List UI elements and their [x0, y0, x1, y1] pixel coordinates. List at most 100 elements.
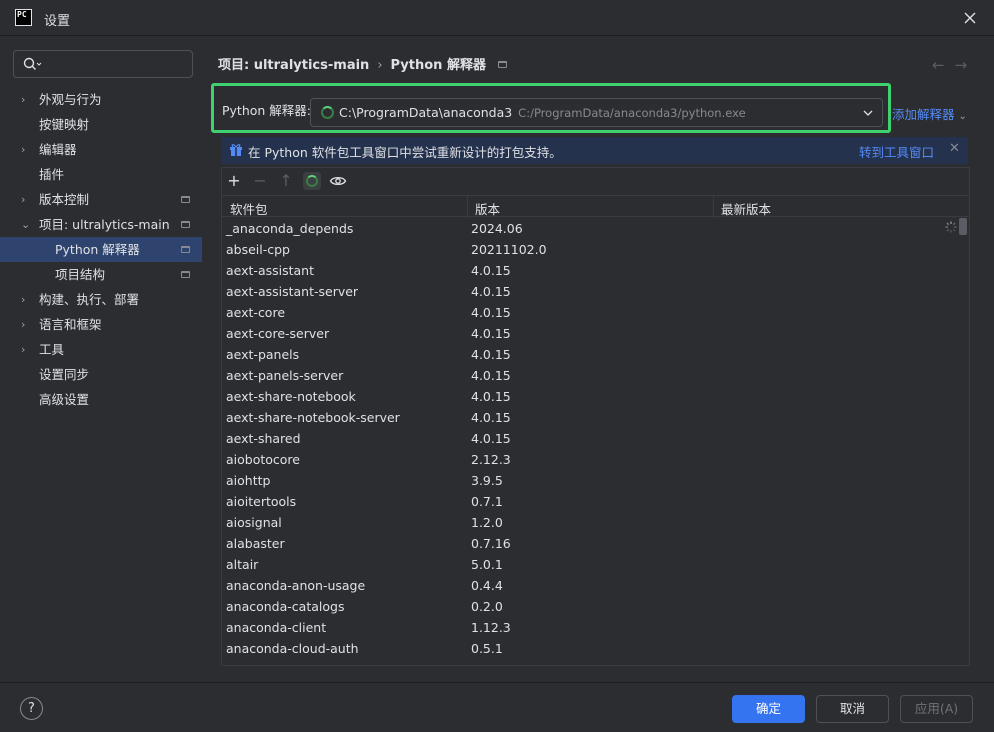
chevron-right-icon[interactable]: › [21, 287, 31, 312]
package-version: 4.0.15 [471, 389, 511, 404]
interpreter-select[interactable]: C:\ProgramData\anaconda3 C:/ProgramData/… [310, 98, 883, 127]
chevron-right-icon[interactable]: › [21, 187, 31, 212]
table-row[interactable]: aext-share-notebook-server 4.0.15 [222, 407, 969, 428]
upgrade-icon[interactable]: ↑ [277, 172, 295, 190]
sidebar-item[interactable]: 插件 [0, 162, 202, 187]
package-version: 4.0.15 [471, 347, 511, 362]
table-row[interactable]: anaconda-anon-usage 0.4.4 [222, 575, 969, 596]
search-input[interactable] [13, 50, 193, 78]
column-divider[interactable] [713, 196, 714, 218]
close-icon[interactable] [961, 9, 979, 27]
chevron-down-icon[interactable]: ⌄ [21, 212, 31, 237]
sidebar-item[interactable]: 项目结构 [0, 262, 202, 287]
table-row[interactable]: aiobotocore 2.12.3 [222, 449, 969, 470]
header-version[interactable]: 版本 [475, 199, 500, 218]
chevron-down-icon [863, 110, 873, 116]
sidebar-item[interactable]: › 语言和框架 [0, 312, 202, 337]
chevron-right-icon[interactable]: › [21, 337, 31, 362]
table-row[interactable]: altair 5.0.1 [222, 554, 969, 575]
sidebar-item-label: 版本控制 [39, 192, 90, 207]
package-version: 2024.06 [471, 221, 523, 236]
package-version: 0.7.1 [471, 494, 503, 509]
table-row[interactable]: aext-share-notebook 4.0.15 [222, 386, 969, 407]
package-name: alabaster [226, 536, 285, 551]
chevron-right-icon[interactable]: › [21, 312, 31, 337]
breadcrumb-project[interactable]: 项目: ultralytics-main [218, 58, 369, 73]
add-icon[interactable]: + [225, 172, 243, 190]
package-name: aiosignal [226, 515, 282, 530]
sidebar-item[interactable]: › 编辑器 [0, 137, 202, 162]
chevron-right-icon[interactable]: › [21, 137, 31, 162]
chevron-down-icon: ⌄ [958, 111, 967, 122]
app-logo-text: PC [17, 10, 27, 19]
help-button[interactable]: ? [20, 697, 43, 720]
table-row[interactable]: anaconda-catalogs 0.2.0 [222, 596, 969, 617]
title-bar: PC 设置 [0, 0, 994, 36]
ok-button[interactable]: 确定 [732, 695, 805, 723]
table-row[interactable]: aext-panels-server 4.0.15 [222, 365, 969, 386]
package-name: aext-share-notebook [226, 389, 356, 404]
sidebar-item[interactable]: ⌄ 项目: ultralytics-main [0, 212, 202, 237]
table-row[interactable]: abseil-cpp 20211102.0 [222, 239, 969, 260]
package-version: 5.0.1 [471, 557, 503, 572]
table-row[interactable]: aext-assistant 4.0.15 [222, 260, 969, 281]
header-package[interactable]: 软件包 [230, 199, 268, 218]
package-version: 4.0.15 [471, 305, 511, 320]
sidebar-item[interactable]: 设置同步 [0, 362, 202, 387]
sidebar-item[interactable]: › 外观与行为 [0, 87, 202, 112]
package-name: aext-panels [226, 347, 300, 362]
sidebar-item[interactable]: 按键映射 [0, 112, 202, 137]
package-name: aiobotocore [226, 452, 300, 467]
sidebar-item[interactable]: › 版本控制 [0, 187, 202, 212]
cancel-button[interactable]: 取消 [816, 695, 889, 723]
add-interpreter-button[interactable]: 添加解释器 ⌄ [892, 104, 967, 123]
table-row[interactable]: aext-shared 4.0.15 [222, 428, 969, 449]
column-divider[interactable] [467, 196, 468, 218]
table-row[interactable]: anaconda-cloud-auth 0.5.1 [222, 638, 969, 659]
package-name: anaconda-catalogs [226, 599, 345, 614]
forward-arrow-icon[interactable]: → [955, 56, 978, 74]
table-row[interactable]: aiosignal 1.2.0 [222, 512, 969, 533]
header-latest-version[interactable]: 最新版本 [721, 199, 771, 218]
table-row[interactable]: aext-assistant-server 4.0.15 [222, 281, 969, 302]
sidebar-item[interactable]: › 工具 [0, 337, 202, 362]
apply-button[interactable]: 应用(A) [900, 695, 973, 723]
sidebar-item[interactable]: Python 解释器 [0, 237, 202, 262]
table-row[interactable]: aext-core 4.0.15 [222, 302, 969, 323]
sidebar-item-label: 按键映射 [39, 117, 90, 132]
table-row[interactable]: aext-core-server 4.0.15 [222, 323, 969, 344]
gift-icon [230, 144, 242, 156]
table-row[interactable]: _anaconda_depends 2024.06 [222, 218, 969, 239]
package-name: aiohttp [226, 473, 271, 488]
sidebar-item-label: 工具 [39, 342, 65, 357]
eye-icon[interactable] [329, 172, 347, 190]
search-icon [23, 57, 42, 70]
package-name: altair [226, 557, 259, 572]
remove-icon[interactable]: − [251, 172, 269, 190]
table-row[interactable]: aext-panels 4.0.15 [222, 344, 969, 365]
refresh-spinner-icon[interactable] [303, 172, 321, 190]
package-version: 0.5.1 [471, 641, 503, 656]
table-row[interactable]: aiohttp 3.9.5 [222, 470, 969, 491]
table-row[interactable]: anaconda-client 1.12.3 [222, 617, 969, 638]
interpreter-highlight: Python 解释器: C:\ProgramData\anaconda3 C:/… [211, 83, 891, 133]
table-row[interactable]: alabaster 0.7.16 [222, 533, 969, 554]
package-table-panel: + − ↑ 软件包 版本 最新版本 _anaconda_depends 2024.… [221, 167, 970, 666]
breadcrumb-page: Python 解释器 [390, 58, 486, 73]
info-banner: 在 Python 软件包工具窗口中尝试重新设计的打包支持。 转到工具窗口 ✕ [221, 137, 968, 164]
package-version: 0.2.0 [471, 599, 503, 614]
back-arrow-icon[interactable]: ← [932, 56, 955, 74]
sidebar-item[interactable]: 高级设置 [0, 387, 202, 412]
add-interpreter-label: 添加解释器 [892, 107, 955, 122]
package-name: anaconda-cloud-auth [226, 641, 359, 656]
close-icon[interactable]: ✕ [949, 141, 960, 156]
package-rows: _anaconda_depends 2024.06 abseil-cpp 202111… [222, 218, 969, 659]
table-row[interactable]: aioitertools 0.7.1 [222, 491, 969, 512]
sidebar-item[interactable]: › 构建、执行、部署 [0, 287, 202, 312]
chevron-right-icon[interactable]: › [21, 87, 31, 112]
package-name: _anaconda_depends [226, 221, 354, 236]
banner-link[interactable]: 转到工具窗口 [859, 142, 934, 161]
package-version: 20211102.0 [471, 242, 547, 257]
scrollbar-thumb[interactable] [959, 218, 967, 235]
sidebar-item-label: 插件 [39, 167, 65, 182]
